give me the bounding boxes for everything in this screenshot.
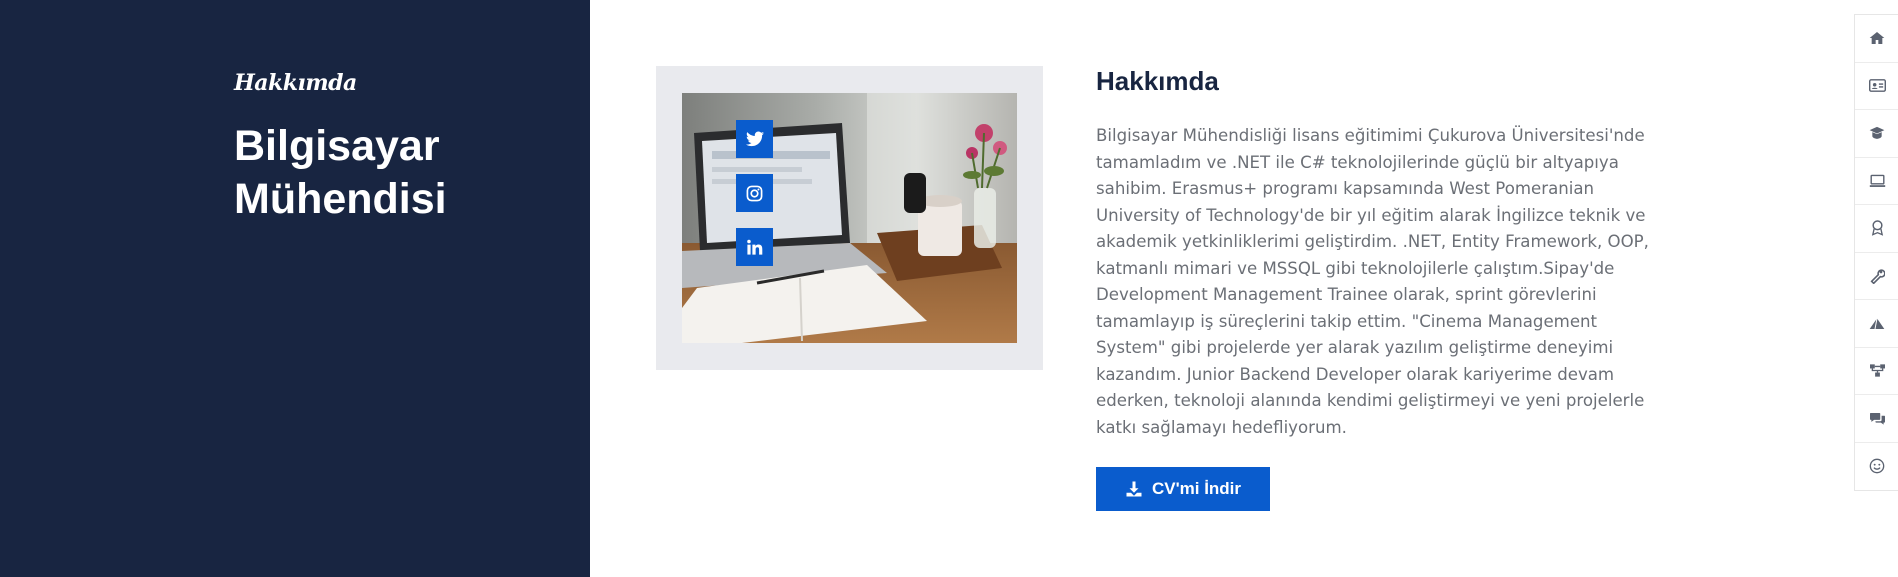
download-cv-button[interactable]: CV'mi İndir	[1096, 467, 1270, 511]
home-icon	[1869, 32, 1885, 45]
nav-education[interactable]	[1855, 110, 1898, 158]
comments-icon	[1869, 412, 1885, 425]
twitter-button[interactable]	[736, 120, 773, 158]
hero-title: Bilgisayar Mühendisi	[234, 122, 447, 223]
tools-icon	[1870, 269, 1885, 284]
linkedin-button[interactable]	[736, 228, 773, 266]
nav-projects[interactable]	[1855, 300, 1898, 348]
laptop-icon	[1869, 174, 1885, 187]
profile-photo	[682, 93, 1017, 343]
about-text: Bilgisayar Mühendisliği lisans eğitimimi…	[1096, 126, 1649, 437]
download-cv-label: CV'mi İndir	[1151, 479, 1242, 498]
nav-experience[interactable]	[1855, 158, 1898, 205]
nav-certificates[interactable]	[1855, 205, 1898, 253]
hero-eyebrow: Hakkımda	[234, 70, 357, 96]
nav-network[interactable]	[1855, 348, 1898, 395]
instagram-icon	[746, 185, 763, 201]
award-icon	[1871, 220, 1883, 237]
id-card-icon	[1868, 79, 1886, 93]
download-icon	[1126, 481, 1142, 497]
graduation-cap-icon	[1869, 126, 1885, 139]
instagram-button[interactable]	[736, 174, 773, 212]
linkedin-icon	[747, 239, 763, 255]
hero-panel: Hakkımda Bilgisayar Mühendisi	[0, 0, 590, 577]
photo-frame	[656, 66, 1043, 370]
nav-skills[interactable]	[1855, 253, 1898, 300]
smile-icon	[1869, 458, 1885, 474]
nav-about[interactable]	[1855, 63, 1898, 110]
nav-contact[interactable]	[1855, 443, 1898, 491]
nav-home[interactable]	[1855, 15, 1898, 63]
nav-references[interactable]	[1855, 395, 1898, 443]
twitter-icon	[745, 131, 764, 147]
about-title: Hakkımda	[1096, 66, 1219, 96]
network-icon	[1869, 364, 1885, 377]
paper-plane-icon	[1869, 318, 1885, 330]
side-nav	[1854, 14, 1898, 491]
